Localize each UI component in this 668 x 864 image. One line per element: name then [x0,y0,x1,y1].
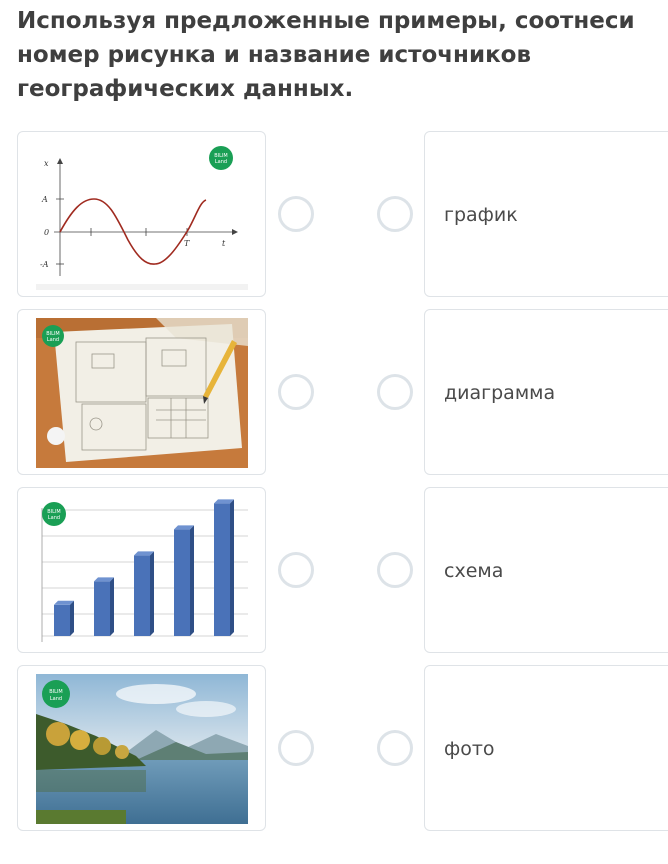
graph-picture: BILIM Land x A 0 -A T t [36,140,248,290]
diagram-bar [134,555,150,636]
option-card-4[interactable]: фото [424,665,668,831]
match-row-2: BILIM Land диаграмма [0,309,668,477]
option-card-2[interactable]: диаграмма [424,309,668,475]
option-label-3: схема [444,560,504,582]
svg-text:Land: Land [215,159,227,165]
logo-icon: BILIM Land [42,502,66,526]
picture-card-graph: BILIM Land x A 0 -A T t [17,131,266,297]
diagram-bar-side [150,551,154,636]
option-card-1[interactable]: график [424,131,668,297]
diagram-bar [174,529,190,636]
picture-card-scheme: BILIM Land [17,309,266,475]
diagram-bar [54,604,70,636]
option-label-1: график [444,204,518,226]
radio-picture-4[interactable] [278,730,314,766]
diagram-bar [94,581,110,636]
match-row-4: BILIM Land фото [0,665,668,833]
diagram-picture: BILIM Land [36,496,248,646]
option-label-4: фото [444,738,495,760]
option-label-2: диаграмма [444,382,556,404]
radio-option-4[interactable] [377,730,413,766]
radio-option-3[interactable] [377,552,413,588]
radio-option-1[interactable] [377,196,413,232]
logo-icon: BILIM Land [209,146,233,170]
picture-card-diagram: BILIM Land [17,487,266,653]
diagram-bar [214,503,230,636]
question-text: Используя предложенные примеры, соотнеси… [17,8,635,102]
svg-text:T: T [184,239,190,248]
radio-picture-2[interactable] [278,374,314,410]
diagram-bar-side [110,577,114,636]
svg-text:Land: Land [50,696,62,702]
svg-text:BILIM: BILIM [49,689,62,695]
logo-icon: BILIM Land [42,680,70,708]
svg-text:A: A [41,195,48,204]
radio-picture-1[interactable] [278,196,314,232]
svg-text:Land: Land [47,337,59,343]
svg-text:-A: -A [40,260,49,269]
match-row-1: BILIM Land x A 0 -A T t график [0,131,668,299]
scheme-picture: BILIM Land [36,318,248,468]
diagram-bar-side [230,499,234,636]
radio-picture-3[interactable] [278,552,314,588]
logo-icon: BILIM Land [42,325,64,347]
option-card-3[interactable]: схема [424,487,668,653]
match-row-3: BILIM Land схема [0,487,668,655]
picture-card-photo: BILIM Land [17,665,266,831]
radio-option-2[interactable] [377,374,413,410]
diagram-bar-side [70,600,74,636]
svg-text:Land: Land [48,515,60,521]
svg-text:x: x [44,159,49,168]
diagram-bar-side [190,525,194,636]
svg-text:0: 0 [44,228,49,237]
landscape-photo: BILIM Land [36,674,248,824]
